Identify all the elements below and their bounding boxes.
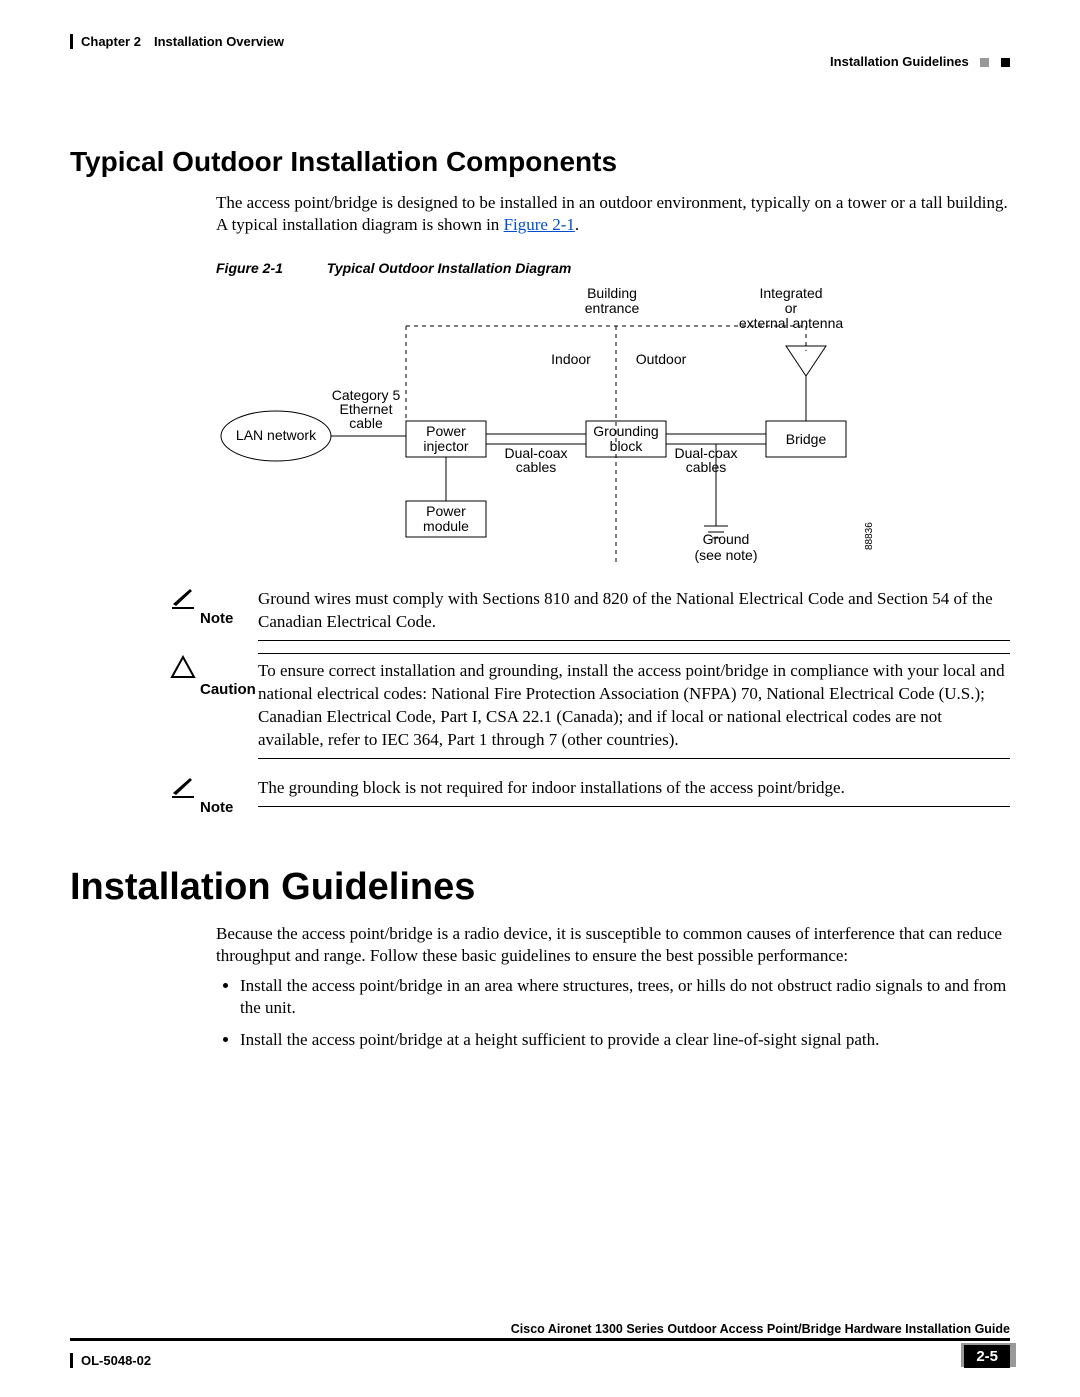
page-footer: Cisco Aironet 1300 Series Outdoor Access…: [70, 1322, 1010, 1371]
svg-text:injector: injector: [423, 438, 468, 454]
svg-text:Outdoor: Outdoor: [636, 351, 687, 367]
decor-square-icon: [980, 58, 989, 67]
note-block: Note The grounding block is not required…: [170, 771, 1010, 816]
svg-text:Ground: Ground: [703, 531, 750, 547]
svg-text:Integrated: Integrated: [759, 286, 822, 301]
note-icon: [170, 773, 200, 804]
footer-doc-number: OL-5048-02: [70, 1353, 151, 1368]
header-right: Installation Guidelines: [830, 54, 1010, 69]
svg-text:module: module: [423, 518, 469, 534]
svg-text:Indoor: Indoor: [551, 351, 591, 367]
note-icon: [170, 584, 200, 615]
guidelines-intro: Because the access point/bridge is a rad…: [216, 923, 1010, 967]
decor-square-icon: [1001, 58, 1010, 67]
svg-text:Building: Building: [587, 286, 637, 301]
svg-text:(see note): (see note): [694, 547, 757, 563]
svg-text:cable: cable: [349, 415, 383, 431]
section-heading-components: Typical Outdoor Installation Components: [70, 146, 1010, 178]
running-header: Chapter 2 Installation Overview Installa…: [70, 34, 1010, 74]
footer-book-title: Cisco Aironet 1300 Series Outdoor Access…: [70, 1322, 1010, 1336]
svg-text:entrance: entrance: [585, 300, 640, 316]
svg-text:Grounding: Grounding: [593, 423, 658, 439]
caution-text: To ensure correct installation and groun…: [258, 660, 1010, 752]
note-text: Ground wires must comply with Sections 8…: [258, 588, 1010, 634]
installation-diagram: Building entrance Indoor Outdoor Integra…: [216, 286, 876, 566]
footer-page-number: 2-5: [964, 1345, 1010, 1368]
note-text: The grounding block is not required for …: [258, 777, 1010, 800]
note-label: Note: [200, 582, 258, 627]
figure-caption: Figure 2-1 Typical Outdoor Installation …: [216, 260, 1010, 276]
svg-text:Power: Power: [426, 423, 466, 439]
guidelines-list: Install the access point/bridge in an ar…: [240, 975, 1010, 1051]
note-block: Note Ground wires must comply with Secti…: [170, 582, 1010, 641]
caution-icon: [170, 655, 200, 684]
svg-text:block: block: [610, 438, 644, 454]
svg-text:Power: Power: [426, 503, 466, 519]
svg-text:LAN network: LAN network: [236, 427, 317, 443]
caution-label: Caution: [200, 653, 258, 698]
header-left: Chapter 2 Installation Overview: [70, 34, 1010, 49]
intro-paragraph: The access point/bridge is designed to b…: [216, 192, 1010, 236]
list-item: Install the access point/bridge at a hei…: [240, 1029, 1010, 1051]
svg-text:cables: cables: [686, 459, 726, 475]
svg-text:Bridge: Bridge: [786, 431, 827, 447]
note-label: Note: [200, 771, 258, 816]
svg-text:or: or: [785, 300, 798, 316]
figure-crossref-link[interactable]: Figure 2-1: [504, 215, 575, 234]
svg-text:cables: cables: [516, 459, 556, 475]
section-heading-guidelines: Installation Guidelines: [70, 866, 1010, 909]
svg-text:external antenna: external antenna: [739, 315, 844, 331]
svg-text:88836: 88836: [864, 522, 875, 550]
list-item: Install the access point/bridge in an ar…: [240, 975, 1010, 1019]
caution-block: Caution To ensure correct installation a…: [170, 653, 1010, 759]
